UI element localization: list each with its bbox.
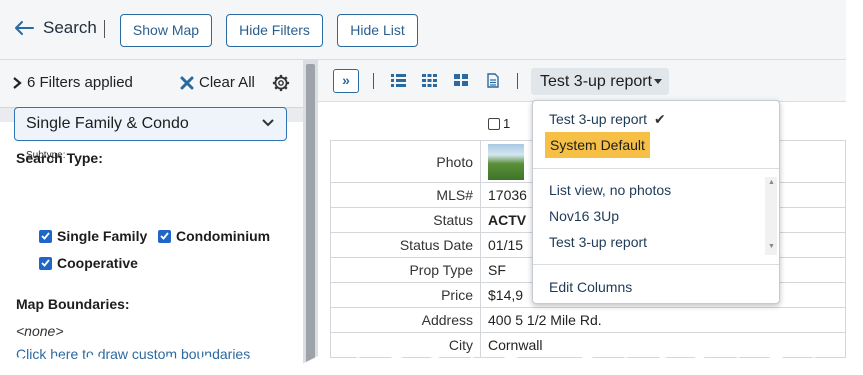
listing-photo[interactable]: [488, 143, 524, 180]
listing-number: 1: [503, 116, 511, 131]
back-to-search[interactable]: Search: [14, 18, 97, 38]
scrollbar-thumb[interactable]: [306, 64, 315, 364]
menu-divider: [533, 168, 779, 169]
menu-item-current-report[interactable]: Test 3-up report ✔: [549, 111, 666, 128]
grid-view-icon[interactable]: [422, 73, 437, 87]
row-key: Price: [330, 282, 481, 308]
filters-applied-label: 6 Filters applied: [27, 74, 133, 91]
map-boundaries-label: Map Boundaries:: [16, 296, 130, 312]
gear-icon[interactable]: [272, 74, 290, 92]
document-view-icon[interactable]: [487, 73, 499, 88]
list-view-icon[interactable]: [391, 73, 406, 87]
row-key: Prop Type: [330, 257, 481, 283]
report-menu: Test 3-up report ✔ System Default List v…: [532, 100, 780, 304]
checkbox-checked-icon: [158, 229, 171, 243]
expand-panel-button[interactable]: »: [333, 69, 359, 93]
menu-item-nov16-3up[interactable]: Nov16 3Up: [549, 208, 619, 224]
table-row: City Cornwall: [330, 332, 846, 358]
menu-item-test-3up[interactable]: Test 3-up report: [549, 234, 647, 250]
results-toolbar: » Test 3-up report: [318, 60, 846, 102]
checkbox-checked-icon: [39, 256, 52, 270]
subtype-condominium-checkbox[interactable]: Condominium: [158, 228, 270, 244]
map-boundaries-value: <none>: [16, 323, 64, 339]
subtype-cooperative-label: Cooperative: [57, 255, 138, 271]
row-key: Status: [330, 207, 481, 233]
row-key: City: [330, 332, 481, 358]
menu-divider: [533, 264, 779, 265]
menu-item-edit-columns[interactable]: Edit Columns: [549, 279, 632, 295]
scroll-down-icon[interactable]: ▼: [768, 243, 775, 250]
draw-boundaries-link[interactable]: Click here to draw custom boundaries: [16, 346, 250, 362]
row-key: Photo: [330, 140, 481, 183]
search-type-value: Single Family & Condo: [26, 115, 189, 132]
subtype-single-family-label: Single Family: [57, 228, 148, 244]
checkbox-checked-icon: [39, 229, 52, 243]
row-key: Status Date: [330, 232, 481, 258]
toolbar-separator: [104, 20, 105, 38]
subtype-single-family-checkbox[interactable]: Single Family: [39, 228, 147, 244]
tile-view-icon[interactable]: [454, 73, 468, 87]
current-report-label: Test 3-up report: [549, 111, 648, 127]
menu-scrollbar[interactable]: ▲ ▼: [765, 177, 777, 255]
subtype-condominium-label: Condominium: [176, 228, 271, 244]
row-value: 400 5 1/2 Mile Rd.: [480, 307, 846, 333]
select-listing-checkbox[interactable]: [488, 117, 500, 130]
report-dropdown-button[interactable]: Test 3-up report: [531, 68, 669, 95]
caret-down-icon: [654, 79, 663, 85]
filters-applied-toggle[interactable]: 6 Filters applied: [12, 74, 133, 91]
toolbar-separator: [373, 73, 374, 89]
chevron-down-icon: [262, 119, 274, 127]
close-icon: [180, 76, 194, 89]
back-arrow-icon: [15, 21, 34, 35]
report-dropdown-label: Test 3-up report: [540, 73, 653, 90]
subtype-label: Subtype:: [26, 150, 66, 161]
search-type-select[interactable]: Single Family & Condo: [14, 107, 287, 141]
clear-all-button[interactable]: Clear All: [180, 74, 255, 91]
back-label: Search: [43, 18, 97, 37]
menu-item-list-view[interactable]: List view, no photos: [549, 182, 671, 198]
chevron-right-icon: [13, 76, 22, 89]
checkmark-icon: ✔: [653, 111, 666, 127]
row-key: MLS#: [330, 182, 481, 208]
scroll-up-icon[interactable]: ▲: [768, 179, 775, 186]
show-map-button[interactable]: Show Map: [120, 14, 212, 47]
subtype-cooperative-checkbox[interactable]: Cooperative: [39, 255, 138, 271]
row-value: Cornwall: [480, 332, 846, 358]
toolbar-separator: [517, 73, 518, 89]
clear-all-label: Clear All: [199, 74, 255, 91]
row-key: Address: [330, 307, 481, 333]
hide-list-button[interactable]: Hide List: [337, 14, 418, 47]
top-toolbar: Search Show Map Hide Filters Hide List: [0, 0, 846, 60]
hide-filters-button[interactable]: Hide Filters: [226, 14, 323, 47]
menu-item-system-default[interactable]: System Default: [545, 132, 650, 158]
filter-summary-bar: 6 Filters applied Clear All: [0, 60, 303, 108]
filter-panel-scrollbar[interactable]: [303, 60, 318, 375]
table-row: Address 400 5 1/2 Mile Rd.: [330, 307, 846, 333]
listing-column-header: 1: [488, 116, 510, 131]
